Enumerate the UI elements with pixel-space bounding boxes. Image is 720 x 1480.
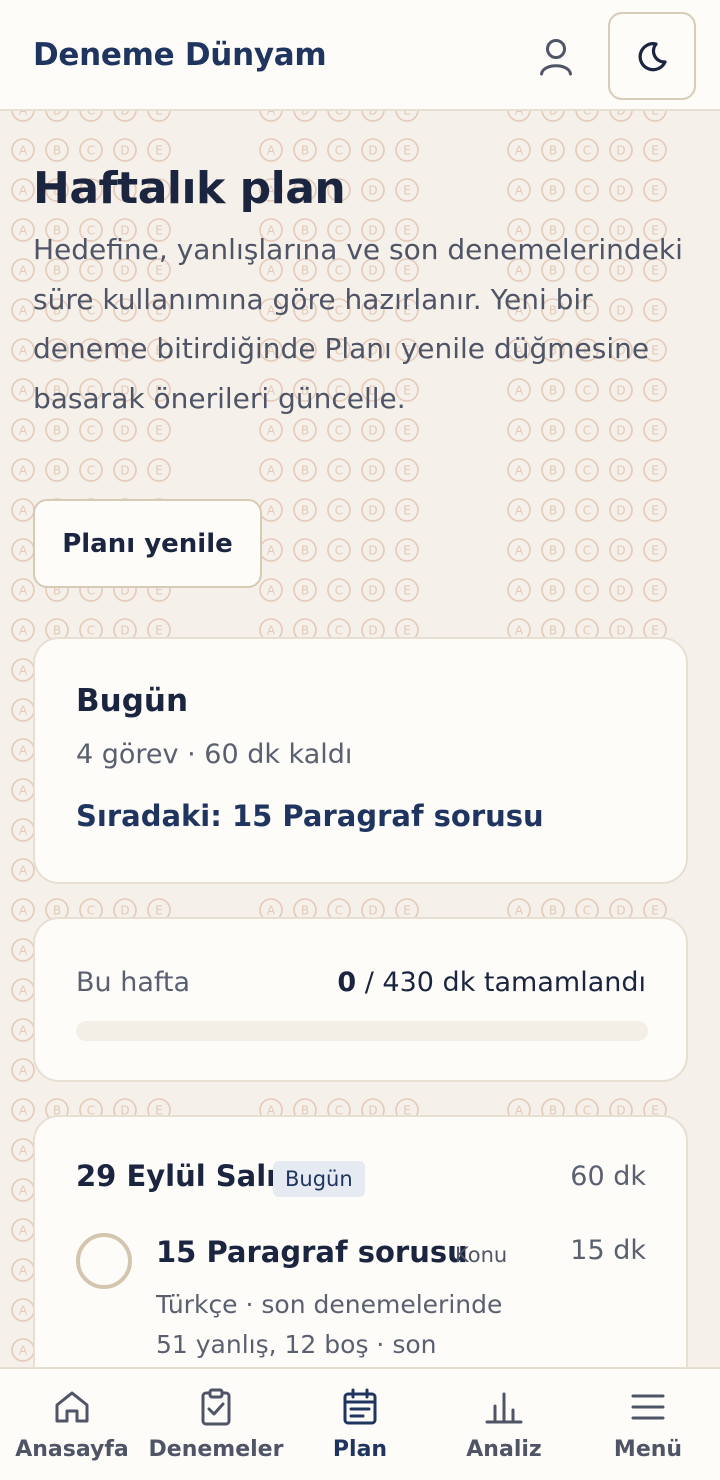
day-date: 29 Eylül Salı — [76, 1159, 277, 1193]
nav-item-home[interactable]: Anasayfa — [0, 1369, 144, 1480]
nav-label-home: Anasayfa — [15, 1437, 129, 1462]
today-summary-card[interactable]: Bugün 4 görev · 60 dk kaldı Sıradaki: 15… — [33, 637, 688, 884]
today-summary: 4 görev · 60 dk kaldı — [76, 739, 353, 770]
nav-item-exams[interactable]: Denemeler — [144, 1369, 288, 1480]
nav-label-plan: Plan — [332, 1437, 388, 1462]
moon-icon — [638, 42, 667, 72]
next-task-link[interactable]: Sıradaki: 15 Paragraf sorusu — [76, 799, 544, 833]
weekly-progress-card: Bu hafta 0 / 430 dk tamamlandı — [33, 917, 688, 1082]
nav-label-menu: Menü — [613, 1437, 683, 1462]
bottom-navigation: Anasayfa Denemeler Plan Analiz Menü — [0, 1367, 720, 1480]
main-content: Haftalık plan Hedefine, yanlışlarına ve … — [0, 111, 720, 1368]
nav-item-plan[interactable]: Plan — [288, 1369, 432, 1480]
week-label: Bu hafta — [76, 967, 191, 998]
profile-button[interactable] — [533, 34, 579, 80]
bar-chart-icon — [485, 1392, 523, 1424]
task-duration: 15 dk — [570, 1235, 646, 1266]
app-header: Deneme Dünyam — [0, 0, 720, 111]
day-plan-card: 29 Eylül Salı Bugün 60 dk 15 Paragraf so… — [33, 1115, 688, 1368]
refresh-plan-button[interactable]: Planı yenile — [33, 499, 262, 588]
clipboard-check-icon — [201, 1388, 231, 1426]
day-total-duration: 60 dk — [570, 1161, 646, 1192]
task-description: Türkçe · son denemelerinde 51 yanlış, 12… — [156, 1290, 503, 1359]
nav-label-exams: Denemeler — [148, 1437, 284, 1462]
brand-logo[interactable]: Deneme Dünyam — [33, 37, 327, 73]
page-title: Haftalık plan — [33, 163, 346, 214]
nav-label-analysis: Analiz — [466, 1437, 542, 1462]
task-title: 15 Paragraf sorusu — [156, 1235, 468, 1269]
nav-item-analysis[interactable]: Analiz — [432, 1369, 576, 1480]
page-intro: Hedefine, yanlışlarına ve son denemeleri… — [33, 233, 683, 415]
nav-item-menu[interactable]: Menü — [576, 1369, 720, 1480]
week-done-minutes: 0 — [337, 967, 357, 998]
hamburger-menu-icon — [631, 1394, 665, 1420]
task-complete-checkbox[interactable] — [76, 1233, 132, 1289]
home-icon — [55, 1391, 89, 1423]
week-progress-value: 0 / 430 dk tamamlandı — [337, 967, 646, 998]
week-total-minutes: / 430 dk tamamlandı — [356, 967, 646, 998]
task-type-tag: Konu — [455, 1243, 508, 1267]
theme-toggle-button[interactable] — [608, 12, 696, 100]
today-title: Bugün — [76, 683, 189, 719]
week-progress-bar — [76, 1021, 648, 1041]
calendar-icon — [343, 1388, 377, 1425]
user-icon — [540, 39, 572, 76]
today-badge: Bugün — [273, 1161, 365, 1197]
